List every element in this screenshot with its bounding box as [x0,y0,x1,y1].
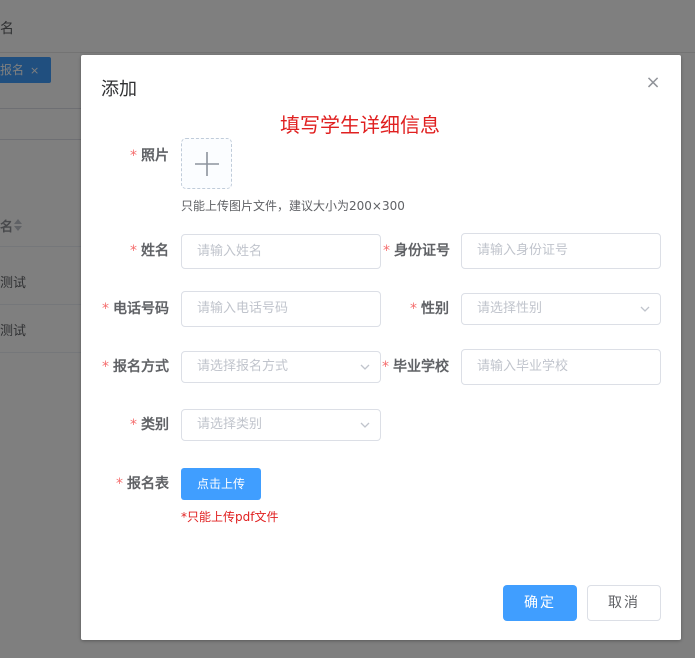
phone-input[interactable]: 请输入电话号码 [181,291,381,327]
close-icon[interactable]: × [643,73,663,93]
id-card-label: * 身份证号 [383,243,450,259]
gender-select[interactable]: 请选择性别 [461,293,661,325]
photo-label: * 照片 [130,148,169,164]
name-input[interactable]: 请输入姓名 [181,234,381,269]
gender-label: * 性别 [410,301,449,317]
chevron-down-icon [640,306,650,312]
category-placeholder: 请选择类别 [197,417,263,432]
id-card-input[interactable]: 请输入身份证号 [461,233,661,269]
name-label: * 姓名 [130,243,169,259]
name-placeholder: 请输入姓名 [197,244,263,259]
cancel-button[interactable]: 取消 [587,585,661,621]
chevron-down-icon [360,422,370,428]
plus-icon [195,152,219,176]
photo-upload[interactable] [181,138,232,189]
required-mark: * [130,148,137,164]
upload-signup-form-button[interactable]: 点击上传 [181,468,261,500]
upload-pdf-note: *只能上传pdf文件 [181,510,279,524]
school-input[interactable]: 请输入毕业学校 [461,349,661,385]
school-placeholder: 请输入毕业学校 [477,359,569,374]
photo-upload-tip: 只能上传图片文件，建议大小为200×300 [181,199,405,213]
category-label: * 类别 [130,417,169,433]
signup-method-placeholder: 请选择报名方式 [197,359,289,374]
chevron-down-icon [360,364,370,370]
form-heading: 填写学生详细信息 [280,113,440,137]
signup-form-label: * 报名表 [116,476,169,492]
id-card-placeholder: 请输入身份证号 [477,243,569,258]
signup-method-label: * 报名方式 [102,359,169,375]
signup-method-select[interactable]: 请选择报名方式 [181,351,381,383]
dialog-title: 添加 [101,79,137,100]
gender-placeholder: 请选择性别 [477,301,543,316]
school-label: * 毕业学校 [382,359,449,375]
phone-placeholder: 请输入电话号码 [197,301,289,316]
add-student-dialog: 添加 × 填写学生详细信息 * 照片 只能上传图片文件，建议大小为200×300 … [81,55,681,640]
confirm-button[interactable]: 确定 [503,585,577,621]
phone-label: * 电话号码 [102,301,169,317]
category-select[interactable]: 请选择类别 [181,409,381,441]
